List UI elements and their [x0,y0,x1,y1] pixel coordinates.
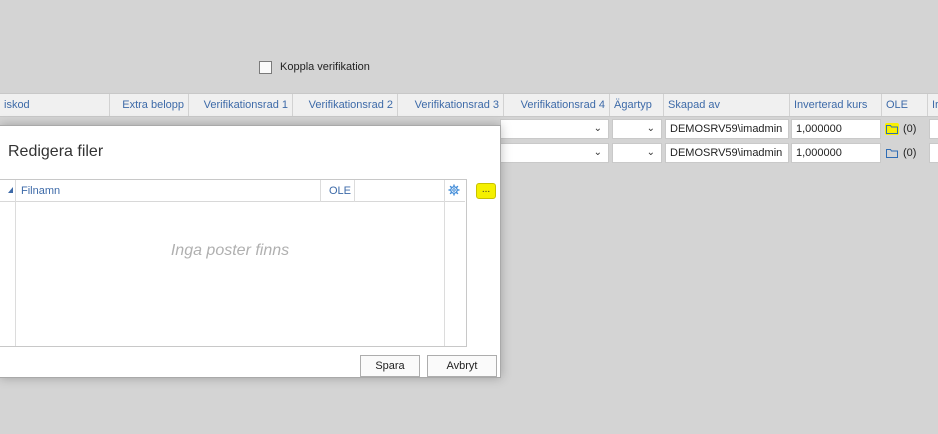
folder-icon[interactable] [885,147,899,159]
ole-count: (0) [903,147,917,159]
skapad-av-cell[interactable]: DEMOSRV59\imadmin [665,119,789,139]
empty-message: Inga poster finns [170,242,290,259]
verifikationsrad-4-combo[interactable]: ⌄ [500,119,609,139]
header-extra-belopp[interactable]: Extra belopp [110,94,189,116]
inverterad-kurs-cell[interactable]: 1,000000 [791,143,881,163]
header-inverterad-kurs[interactable]: Inverterad kurs [790,94,882,116]
ole-count: (0) [903,123,917,135]
grid-divider [15,180,16,346]
file-grid: Filnamn OLE Inga poster finns [0,179,467,347]
grid-header: iskod Extra belopp Verifikationsrad 1 Ve… [0,93,938,117]
truncated-cell[interactable] [929,143,938,163]
agartyp-combo[interactable]: ⌄ [612,143,662,163]
header-ole[interactable]: OLE [329,180,351,202]
koppla-verifikation[interactable]: Koppla verifikation [259,59,370,75]
grid-divider [320,180,321,202]
truncated-cell[interactable] [929,119,938,139]
koppla-label: Koppla verifikation [280,61,370,73]
folder-icon[interactable] [885,123,899,135]
browse-button[interactable]: ... [476,183,496,199]
agartyp-combo[interactable]: ⌄ [612,119,662,139]
gear-icon[interactable] [448,184,460,199]
ole-cell[interactable]: (0) [885,119,916,139]
header-skapad-av[interactable]: Skapad av [664,94,790,116]
chevron-down-icon[interactable]: ⌄ [594,144,602,162]
header-verifikationsrad-1[interactable]: Verifikationsrad 1 [189,94,293,116]
header-verifikationsrad-2[interactable]: Verifikationsrad 2 [293,94,398,116]
header-skod[interactable]: iskod [0,94,110,116]
save-button[interactable]: Spara [360,355,420,377]
chevron-down-icon[interactable]: ⌄ [647,120,655,138]
grid-divider [354,180,355,202]
koppla-checkbox[interactable] [259,60,272,74]
inverterad-kurs-cell[interactable]: 1,000000 [791,119,881,139]
file-grid-header: Filnamn OLE [0,180,465,202]
header-truncated[interactable]: Ir [928,94,938,116]
header-agartyp[interactable]: Ägartyp [610,94,664,116]
dialog-title: Redigera filer [8,143,104,160]
header-ole[interactable]: OLE [882,94,928,116]
chevron-down-icon[interactable]: ⌄ [647,144,655,162]
header-filnamn[interactable]: Filnamn [21,180,60,202]
sort-indicator-icon[interactable] [8,187,13,193]
cancel-button[interactable]: Avbryt [427,355,497,377]
skapad-av-cell[interactable]: DEMOSRV59\imadmin [665,143,789,163]
header-verifikationsrad-4[interactable]: Verifikationsrad 4 [504,94,610,116]
verifikationsrad-4-combo[interactable]: ⌄ [500,143,609,163]
header-verifikationsrad-3[interactable]: Verifikationsrad 3 [398,94,504,116]
ole-cell[interactable]: (0) [885,143,916,163]
grid-divider [444,180,445,346]
redigera-filer-dialog: Redigera filer Filnamn OLE Inga poster f… [0,125,501,378]
chevron-down-icon[interactable]: ⌄ [594,120,602,138]
